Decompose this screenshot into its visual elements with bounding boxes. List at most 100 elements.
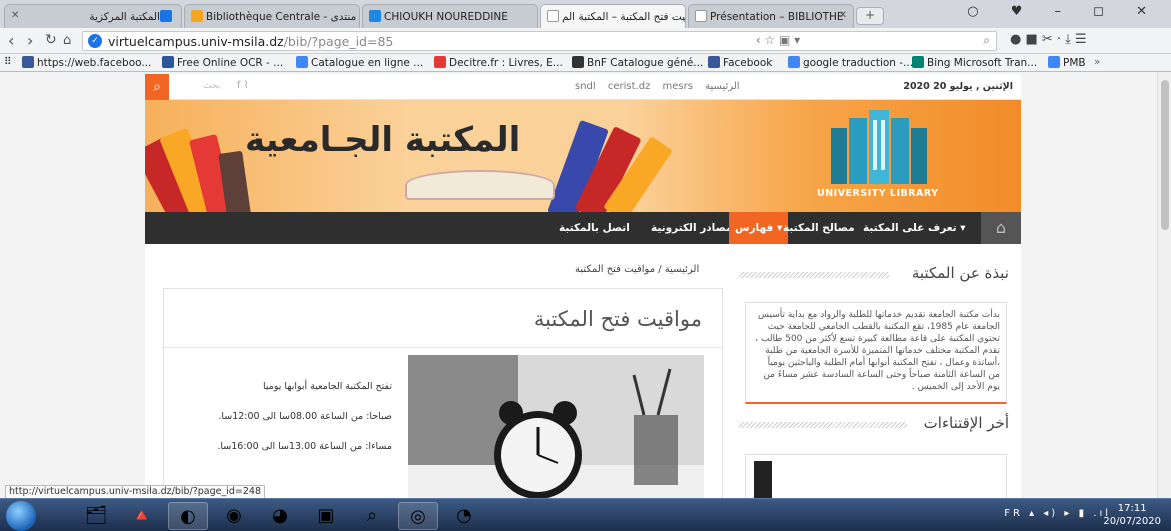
bookmark-catalogue[interactable]: Catalogue en ligne ... bbox=[296, 56, 423, 69]
nav-contact[interactable]: اتصل بالمكتبة bbox=[553, 212, 636, 244]
top-links: sndl cerist.dz mesrs الرئيسية bbox=[575, 81, 749, 92]
bookmark-bing-translator[interactable]: Bing Microsoft Tran... bbox=[912, 56, 1037, 69]
main-content: الرئيسية / مواقيت فتح المكتبة مواقيت فتح… bbox=[145, 244, 1021, 498]
open-book-illustration bbox=[405, 170, 555, 200]
bookmark-facebook[interactable]: Facebook bbox=[708, 56, 772, 69]
window-controls[interactable]: ○ ♥ – ◻ ✕ bbox=[967, 4, 1161, 19]
share-star-icons[interactable]: ‹ ☆ ▣ ▾ ⌕ bbox=[756, 33, 990, 48]
clock-date: 20/07/2020 bbox=[1103, 516, 1161, 527]
bookmark-favicon-icon bbox=[572, 56, 584, 68]
nav-services[interactable]: مصالح المكتبة bbox=[777, 212, 861, 244]
back-arrow-icon[interactable]: ‹ bbox=[8, 31, 14, 50]
app-icon[interactable]: ◐ bbox=[168, 502, 208, 530]
forward-arrow-icon[interactable]: › bbox=[27, 31, 33, 50]
site-banner: المكتبة الجـامعية UNIVERSITY LIBRARY bbox=[145, 100, 1021, 212]
url-text[interactable]: virtuelcampus.univ-msila.dz/bib/?page_id… bbox=[108, 34, 393, 49]
system-tray[interactable]: FR ▴ ◂) ▸ ▮ .ıl bbox=[1004, 508, 1111, 519]
close-icon[interactable]: ✕ bbox=[11, 10, 19, 21]
page-scrollbar[interactable] bbox=[1157, 72, 1171, 498]
firefox-icon[interactable]: ◉ bbox=[214, 502, 254, 530]
bookmark-label: Bing Microsoft Tran... bbox=[927, 57, 1038, 69]
tab-2[interactable]: Bibliothèque Centrale - منتدى bbox=[184, 4, 360, 28]
bookmark-label: Decitre.fr : Livres, E... bbox=[449, 57, 563, 69]
new-tab-button[interactable]: + bbox=[856, 7, 884, 25]
system-clock[interactable]: 17:11 20/07/2020 bbox=[1103, 502, 1161, 528]
alarm-clock-image bbox=[408, 355, 704, 498]
bookmark-facebook-web[interactable]: https://web.faceboo... bbox=[22, 56, 151, 69]
bookmark-label: Free Online OCR - ... bbox=[177, 57, 284, 69]
tab-3[interactable]: CHIOUKH NOUREDDINE bbox=[362, 4, 538, 28]
bookmark-label: Catalogue en ligne ... bbox=[311, 57, 424, 69]
page-title: مواقيت فتح المكتبة bbox=[533, 307, 702, 331]
book-cover-thumbnail[interactable] bbox=[754, 461, 772, 498]
windows-taskbar: 🗂 🔺 ◐ ◉ ◕ ▣ ⌕ ◎ ◔ FR ▴ ◂) ▸ ▮ .ıl 17:11 … bbox=[0, 498, 1171, 531]
bookmark-favicon-icon bbox=[912, 56, 924, 68]
acquisitions-widget bbox=[745, 454, 1007, 498]
start-button[interactable] bbox=[6, 501, 36, 531]
clock-time: 17:11 bbox=[1117, 503, 1147, 514]
bookmark-favicon-icon bbox=[296, 56, 308, 68]
banner-title: المكتبة الجـامعية bbox=[245, 120, 521, 160]
address-bar[interactable]: ✓ virtuelcampus.univ-msila.dz/bib/?page_… bbox=[82, 31, 997, 51]
top-link-mesrs[interactable]: mesrs bbox=[663, 81, 693, 92]
tab-label: Présentation – BIBLIOTHE bbox=[710, 11, 844, 23]
url-path: /bib/?page_id=85 bbox=[283, 34, 394, 49]
tab-favicon-icon bbox=[160, 10, 172, 22]
top-link-cerist[interactable]: cerist.dz bbox=[608, 81, 650, 92]
tab-1[interactable]: المكتبة المركزية ✕ bbox=[4, 4, 182, 28]
close-icon[interactable]: ✕ bbox=[839, 10, 847, 21]
post-text-evening: مساءا: من الساعة 13.00سا الى 16:00سا. bbox=[217, 441, 392, 452]
secure-connection-icon[interactable]: ✓ bbox=[88, 34, 102, 48]
logo-text: UNIVERSITY LIBRARY bbox=[817, 188, 939, 199]
chrome-icon[interactable]: ◎ bbox=[398, 502, 438, 530]
bookmark-free-ocr[interactable]: Free Online OCR - ... bbox=[162, 56, 283, 69]
media-icon[interactable]: ▣ bbox=[306, 502, 346, 530]
nav-about[interactable]: تعرف على المكتبة ▾ bbox=[857, 212, 972, 244]
search-input[interactable]: بحث bbox=[203, 81, 220, 91]
file-explorer-icon[interactable]: 🗂 bbox=[76, 502, 116, 530]
about-widget: بدأت مكتبة الجامعة تقديم خدماتها للطلبة … bbox=[745, 302, 1007, 404]
tab-4-active[interactable]: مواقيت فتح المكتبة – المكتبة الم bbox=[540, 4, 686, 28]
bookmark-label: BnF Catalogue géné... bbox=[587, 57, 704, 69]
apps-icon[interactable]: ⠿ bbox=[4, 56, 12, 68]
app-icon[interactable]: ◕ bbox=[260, 502, 300, 530]
social-icons[interactable]: f ⌇ bbox=[237, 80, 249, 91]
app-icon[interactable]: ◔ bbox=[444, 502, 484, 530]
bookmark-google-translate[interactable]: google traduction -... bbox=[788, 56, 913, 69]
tab-favicon-icon bbox=[695, 10, 707, 22]
search-icon[interactable]: ⌕ bbox=[145, 74, 169, 100]
link-status-bar: http://virtuelcampus.univ-msila.dz/bib/?… bbox=[5, 485, 266, 499]
tab-label: المكتبة المركزية bbox=[89, 11, 160, 23]
reload-icon[interactable]: ↻ bbox=[45, 32, 57, 48]
home-icon[interactable]: ⌂ bbox=[981, 212, 1021, 244]
top-link-sndl[interactable]: sndl bbox=[575, 81, 596, 92]
heading-pattern bbox=[739, 272, 889, 278]
title-divider bbox=[164, 347, 724, 348]
bookmark-favicon-icon bbox=[1048, 56, 1060, 68]
tab-5[interactable]: Présentation – BIBLIOTHE ✕ bbox=[688, 4, 854, 28]
about-text: بدأت مكتبة الجامعة تقديم خدماتها للطلبة … bbox=[755, 310, 1000, 392]
browser-chrome: المكتبة المركزية ✕ Bibliothèque Centrale… bbox=[0, 0, 1171, 72]
site-topbar: ⌕ بحث f ⌇ sndl cerist.dz mesrs الرئيسية … bbox=[145, 74, 1021, 100]
bookmark-bnf[interactable]: BnF Catalogue géné... bbox=[572, 56, 703, 69]
tab-favicon-icon bbox=[547, 10, 559, 22]
tab-label: CHIOUKH NOUREDDINE bbox=[384, 11, 508, 23]
bookmark-label: PMB bbox=[1063, 57, 1086, 69]
bookmark-favicon-icon bbox=[434, 56, 446, 68]
tab-strip: المكتبة المركزية ✕ Bibliothèque Centrale… bbox=[0, 0, 1171, 28]
breadcrumb[interactable]: الرئيسية / مواقيت فتح المكتبة bbox=[575, 264, 699, 275]
home-icon[interactable]: ⌂ bbox=[63, 33, 71, 48]
browser-toolbar: ‹ › ↻ ⌂ ✓ virtuelcampus.univ-msila.dz/bi… bbox=[0, 28, 1171, 54]
language-indicator[interactable]: FR bbox=[1004, 508, 1023, 519]
bookmark-pmb[interactable]: PMB bbox=[1048, 56, 1086, 69]
more-bookmarks-icon[interactable]: » bbox=[1094, 56, 1100, 68]
extension-icons[interactable]: ● ■ ✂ · ⤓ ☰ bbox=[1010, 32, 1087, 47]
bookmark-decitre[interactable]: Decitre.fr : Livres, E... bbox=[434, 56, 563, 69]
bookmark-favicon-icon bbox=[22, 56, 34, 68]
bookmark-label: google traduction -... bbox=[803, 57, 914, 69]
top-link-home[interactable]: الرئيسية bbox=[705, 81, 739, 92]
vlc-icon[interactable]: 🔺 bbox=[122, 502, 162, 530]
search-icon[interactable]: ⌕ bbox=[352, 502, 392, 530]
scrollbar-thumb[interactable] bbox=[1161, 80, 1169, 230]
post-text-intro: تفتح المكتبة الجامعية أبوابها يوميا bbox=[263, 381, 392, 392]
